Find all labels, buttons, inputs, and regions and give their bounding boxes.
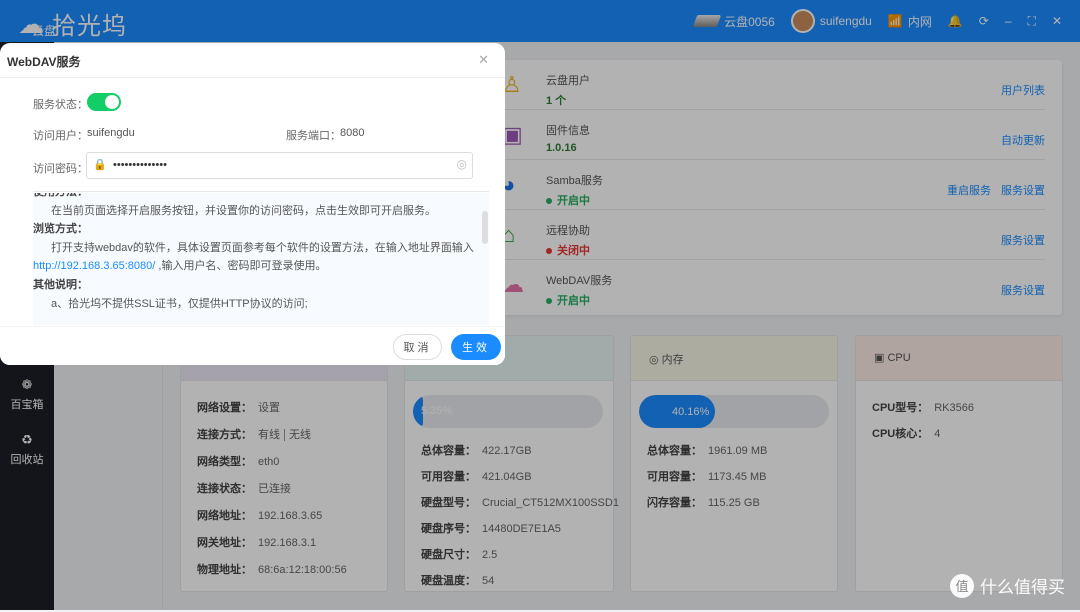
divider	[33, 191, 489, 192]
help-heading: 使用方法：	[33, 193, 489, 202]
password-value: ••••••••••••••	[113, 159, 167, 171]
webdav-url-link[interactable]: http://192.168.3.65:8080/	[33, 260, 155, 272]
service-toggle[interactable]	[87, 93, 121, 111]
help-heading: 浏览方式：	[33, 223, 88, 236]
dialog-title: WebDAV服务	[7, 55, 81, 69]
port-value: 8080	[340, 127, 365, 139]
password-label: 访问密码：	[33, 163, 88, 175]
help-heading: 其他说明：	[33, 278, 88, 291]
cancel-button[interactable]: 取消	[393, 334, 442, 360]
user-label: 访问用户：	[33, 130, 88, 142]
watermark: 值什么值得买	[950, 573, 1065, 598]
user-value: suifengdu	[87, 127, 135, 139]
watermark-logo-icon: 值	[950, 573, 974, 598]
port-label: 服务端口：	[286, 130, 341, 142]
lock-icon: 🔒	[93, 159, 107, 171]
help-paragraph: 在当前页面选择开启服务按钮，并设置你的访问密码，点击生效即可开启服务。	[51, 204, 436, 217]
password-input[interactable]: 🔒 •••••••••••••• ◎	[86, 152, 473, 179]
help-paragraph: a、拾光坞不提供SSL证书，仅提供HTTP协议的访问;	[51, 297, 308, 310]
watermark-text: 什么值得买	[980, 578, 1065, 597]
webdav-dialog: WebDAV服务 ✕ 服务状态： 访问用户： suifengdu 服务端口： 80…	[0, 43, 505, 365]
help-text[interactable]: 使用方法： 在当前页面选择开启服务按钮，并设置你的访问密码，点击生效即可开启服务…	[33, 193, 489, 325]
status-label: 服务状态：	[33, 99, 88, 111]
scrollbar[interactable]	[482, 211, 488, 244]
help-paragraph: 打开支持webdav的软件，具体设置页面参考每个软件的设置方法，在输入地址界面输…	[33, 241, 474, 273]
close-icon[interactable]: ✕	[478, 52, 489, 68]
eye-off-icon[interactable]: ◎	[457, 157, 467, 171]
apply-button[interactable]: 生效	[451, 334, 501, 360]
